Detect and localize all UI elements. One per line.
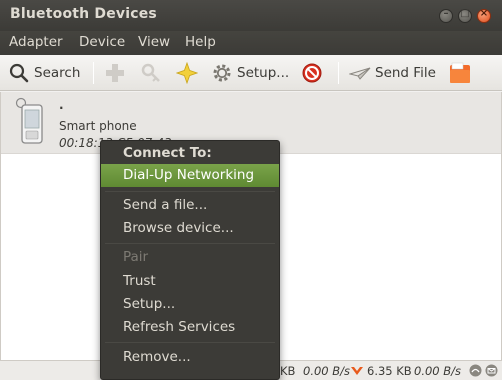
- menu-separator: [105, 243, 275, 244]
- device-type: Smart phone: [59, 119, 137, 133]
- plus-icon: [106, 64, 124, 82]
- search-button[interactable]: Search: [8, 59, 80, 87]
- menu-device[interactable]: Device: [79, 34, 125, 50]
- no-entry-icon: [302, 63, 322, 83]
- setup-label: Setup...: [237, 65, 290, 81]
- minimize-icon: –: [443, 8, 449, 19]
- menu-item-send-file[interactable]: Send a file...: [101, 194, 279, 217]
- menu-item-browse-device[interactable]: Browse device...: [101, 217, 279, 240]
- star-icon: [176, 62, 198, 84]
- send-file-button[interactable]: Send File: [349, 59, 436, 87]
- maximize-button[interactable]: □: [458, 8, 472, 23]
- menu-item-setup[interactable]: Setup...: [101, 293, 279, 316]
- smart-phone-icon: [15, 97, 43, 144]
- gear-icon: [213, 64, 231, 82]
- toolbar: Search Setup... Send File: [0, 55, 502, 91]
- menu-bar: Adapter Device View Help: [0, 31, 502, 55]
- menu-separator: [105, 191, 275, 192]
- title-bar: Bluetooth Devices – □ ×: [0, 0, 502, 31]
- minimize-button[interactable]: –: [439, 8, 453, 23]
- maximize-icon: □: [460, 8, 470, 19]
- menu-view[interactable]: View: [138, 34, 170, 50]
- setup-button[interactable]: Setup...: [211, 59, 289, 87]
- search-icon: [9, 63, 29, 83]
- menu-item-trust[interactable]: Trust: [101, 270, 279, 293]
- download-size: 6.35 KB: [367, 364, 412, 378]
- menu-item-refresh-services[interactable]: Refresh Services: [101, 316, 279, 339]
- toolbar-separator: [338, 62, 339, 84]
- add-device-button[interactable]: [104, 59, 130, 87]
- menu-item-pair: Pair: [123, 249, 149, 265]
- pair-button[interactable]: [140, 59, 166, 87]
- trust-button[interactable]: [176, 59, 202, 87]
- connect-to-header: Connect To:: [123, 145, 212, 161]
- close-button[interactable]: ×: [477, 8, 491, 23]
- menu-separator: [105, 342, 275, 343]
- upload-rate: 0.00 B/s: [303, 364, 350, 378]
- close-icon: ×: [479, 8, 489, 19]
- search-label: Search: [34, 65, 81, 81]
- toolbar-separator: [93, 62, 94, 84]
- download-rate-value: 0.00 B/s: [414, 364, 462, 378]
- menu-item-remove[interactable]: Remove...: [101, 346, 279, 369]
- signal-icon: [469, 364, 482, 377]
- menu-help[interactable]: Help: [185, 34, 216, 50]
- upload-rate-value: 0.00 B/s: [303, 364, 351, 378]
- remove-button[interactable]: [301, 59, 327, 87]
- window-title: Bluetooth Devices: [10, 6, 157, 22]
- menu-adapter[interactable]: Adapter: [9, 34, 63, 50]
- context-menu: Connect To: Dial-Up Networking Send a fi…: [100, 140, 280, 380]
- folder-icon: [450, 62, 470, 83]
- mail-icon: [485, 364, 498, 377]
- menu-item-dial-up-networking[interactable]: Dial-Up Networking: [101, 164, 279, 187]
- send-file-label: Send File: [375, 65, 436, 81]
- paper-plane-icon: [349, 67, 371, 80]
- upload-size: KB: [280, 364, 296, 378]
- download-arrow-icon: [351, 367, 363, 375]
- bluetooth-devices-window: Bluetooth Devices – □ × Adapter Device V…: [0, 0, 502, 380]
- key-icon: [141, 63, 160, 82]
- device-name: .: [59, 98, 64, 112]
- browse-files-button[interactable]: [448, 59, 476, 87]
- download-rate: 0.00 B/s: [414, 364, 461, 378]
